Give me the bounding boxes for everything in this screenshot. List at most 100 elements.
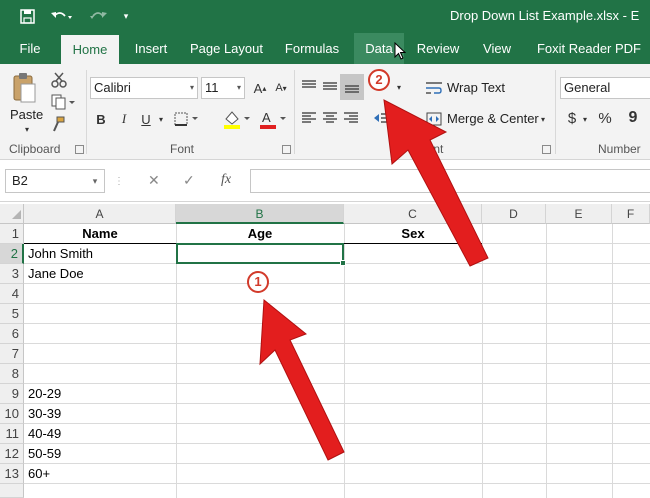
row-header[interactable]: 7 bbox=[0, 344, 24, 364]
column-header-f[interactable]: F bbox=[612, 204, 650, 224]
bold-button[interactable]: B bbox=[92, 109, 110, 129]
formula-bar-grip-icon[interactable]: ⋮ bbox=[114, 172, 124, 190]
name-box-dropdown-icon[interactable]: ▾ bbox=[88, 172, 102, 190]
row-header[interactable]: 1 bbox=[0, 224, 24, 244]
format-painter-icon[interactable] bbox=[48, 114, 68, 134]
enter-entry-button[interactable]: ✓ bbox=[183, 172, 195, 189]
paste-button[interactable]: Paste bbox=[10, 107, 43, 122]
gridline bbox=[176, 224, 177, 498]
tab-view[interactable]: View bbox=[474, 33, 520, 64]
borders-icon[interactable] bbox=[172, 109, 202, 129]
gridline bbox=[24, 303, 650, 304]
column-header-a[interactable]: A bbox=[24, 204, 176, 224]
align-right-icon[interactable] bbox=[341, 108, 361, 128]
gridline bbox=[24, 423, 650, 424]
window-title: Drop Down List Example.xlsx - E bbox=[450, 8, 640, 23]
cell-a9[interactable]: 20-29 bbox=[28, 384, 61, 404]
formula-input[interactable] bbox=[250, 169, 650, 193]
customize-qat-icon[interactable]: ▾ bbox=[118, 0, 134, 33]
row-header[interactable]: 12 bbox=[0, 444, 24, 464]
paste-dropdown-icon[interactable]: ▾ bbox=[21, 124, 33, 134]
paste-icon[interactable] bbox=[8, 70, 40, 106]
decrease-font-size-icon[interactable]: A ▾ bbox=[271, 78, 291, 98]
align-center-icon[interactable] bbox=[320, 108, 340, 128]
row-header[interactable]: 3 bbox=[0, 264, 24, 284]
cell-c1[interactable]: Sex bbox=[344, 224, 482, 244]
font-launcher-icon[interactable] bbox=[282, 145, 291, 154]
cell-a2[interactable]: John Smith bbox=[28, 244, 93, 264]
underline-dropdown-icon[interactable]: ▾ bbox=[156, 113, 166, 125]
fill-color-icon[interactable] bbox=[220, 108, 254, 130]
italic-button[interactable]: I bbox=[115, 109, 133, 129]
orientation-dropdown-icon[interactable]: ▾ bbox=[392, 78, 406, 96]
cell-a12[interactable]: 50-59 bbox=[28, 444, 61, 464]
percent-button[interactable]: % bbox=[596, 108, 614, 128]
decrease-indent-icon[interactable] bbox=[372, 108, 392, 128]
alignment-launcher-icon[interactable] bbox=[542, 145, 551, 154]
clipboard-launcher-icon[interactable] bbox=[75, 145, 84, 154]
cell-a10[interactable]: 30-39 bbox=[28, 404, 61, 424]
tab-page-layout[interactable]: Page Layout bbox=[184, 33, 269, 64]
cancel-entry-button[interactable]: ✕ bbox=[148, 172, 160, 189]
row-header[interactable] bbox=[0, 484, 24, 498]
cell-a11[interactable]: 40-49 bbox=[28, 424, 61, 444]
row-header[interactable]: 13 bbox=[0, 464, 24, 484]
fill-handle[interactable] bbox=[340, 260, 346, 266]
gridline bbox=[24, 403, 650, 404]
alignment-group-label: nment bbox=[410, 142, 444, 156]
row-header[interactable]: 5 bbox=[0, 304, 24, 324]
row-header[interactable]: 9 bbox=[0, 384, 24, 404]
column-header-c[interactable]: C bbox=[344, 204, 482, 224]
cell-a3[interactable]: Jane Doe bbox=[28, 264, 84, 284]
currency-dropdown-icon[interactable]: ▾ bbox=[580, 112, 590, 126]
font-name-dropdown[interactable]: Calibri ▾ bbox=[90, 77, 198, 99]
align-left-icon[interactable] bbox=[299, 108, 319, 128]
number-format-dropdown[interactable]: General bbox=[560, 77, 650, 99]
tab-home[interactable]: Home bbox=[61, 35, 119, 64]
middle-align-icon[interactable] bbox=[320, 76, 340, 96]
font-size-dropdown[interactable]: 11 ▾ bbox=[201, 77, 245, 99]
merge-dropdown-icon[interactable]: ▾ bbox=[537, 111, 549, 127]
tab-review[interactable]: Review bbox=[410, 33, 466, 64]
tab-foxit-reader-pdf[interactable]: Foxit Reader PDF bbox=[528, 33, 650, 64]
redo-icon[interactable] bbox=[84, 0, 114, 33]
wrap-text-icon[interactable] bbox=[424, 78, 444, 98]
currency-button[interactable]: $ bbox=[563, 108, 581, 128]
group-divider bbox=[555, 70, 556, 154]
selected-cell-b2[interactable] bbox=[176, 243, 344, 264]
font-color-icon[interactable]: A bbox=[256, 108, 290, 130]
insert-function-button[interactable]: fx bbox=[221, 172, 231, 188]
comma-style-button[interactable]: 9 bbox=[624, 108, 642, 128]
top-align-icon[interactable] bbox=[299, 76, 319, 96]
tab-insert[interactable]: Insert bbox=[127, 33, 175, 64]
increase-indent-icon[interactable] bbox=[392, 108, 412, 128]
row-header[interactable]: 2 bbox=[0, 244, 24, 264]
wrap-text-button[interactable]: Wrap Text bbox=[447, 80, 505, 95]
undo-icon[interactable] bbox=[46, 0, 76, 33]
row-header[interactable]: 4 bbox=[0, 284, 24, 304]
cell-a1[interactable]: Name bbox=[24, 224, 176, 244]
increase-font-size-icon[interactable]: A ▴ bbox=[250, 78, 270, 98]
cut-icon[interactable] bbox=[48, 70, 70, 90]
tab-file[interactable]: File bbox=[8, 33, 52, 64]
row-header[interactable]: 10 bbox=[0, 404, 24, 424]
bottom-align-icon[interactable] bbox=[340, 74, 364, 100]
copy-icon[interactable] bbox=[48, 92, 78, 112]
row-header[interactable]: 11 bbox=[0, 424, 24, 444]
column-header-b[interactable]: B bbox=[176, 204, 344, 224]
row-header[interactable]: 8 bbox=[0, 364, 24, 384]
gridline bbox=[482, 224, 483, 498]
column-header-d[interactable]: D bbox=[482, 204, 546, 224]
merge-center-button[interactable]: Merge & Center bbox=[447, 111, 539, 126]
column-header-e[interactable]: E bbox=[546, 204, 612, 224]
callout-1: 1 bbox=[247, 271, 269, 293]
gridline bbox=[24, 483, 650, 484]
tab-formulas[interactable]: Formulas bbox=[278, 33, 346, 64]
cell-a13[interactable]: 60+ bbox=[28, 464, 50, 484]
row-header[interactable]: 6 bbox=[0, 324, 24, 344]
save-icon[interactable] bbox=[14, 0, 40, 33]
chevron-down-icon: ▾ bbox=[236, 83, 241, 92]
underline-button[interactable]: U bbox=[137, 109, 155, 129]
merge-center-icon[interactable] bbox=[424, 109, 444, 129]
cell-b1[interactable]: Age bbox=[176, 224, 344, 244]
